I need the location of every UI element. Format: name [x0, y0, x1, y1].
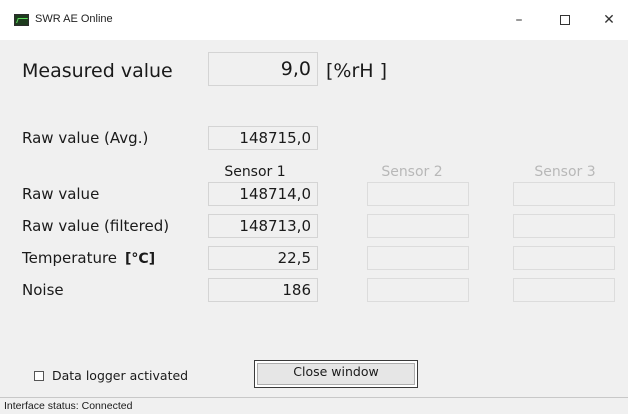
sensor-1-temperature: 22,5	[208, 246, 318, 270]
interface-status-text: Interface status: Connected	[4, 400, 133, 412]
raw-avg-label: Raw value (Avg.)	[22, 129, 149, 147]
sensor-3-noise	[513, 278, 615, 302]
data-logger-toggle[interactable]: Data logger activated	[34, 368, 188, 383]
sensor-2-raw-filtered	[367, 214, 469, 238]
sensor-1-header: Sensor 1	[224, 164, 286, 180]
sensor-3-header: Sensor 3	[534, 164, 596, 180]
app-monitor-icon	[14, 14, 29, 26]
main-window: SWR AE Online – ✕ Measured value 9,0 [%r…	[0, 0, 628, 414]
temperature-label: Temperature [°C]	[22, 249, 155, 267]
raw-value-label: Raw value	[22, 185, 100, 203]
data-logger-label: Data logger activated	[52, 368, 189, 383]
temperature-unit: [°C]	[125, 251, 156, 267]
title-bar[interactable]: SWR AE Online – ✕	[0, 0, 628, 40]
noise-label: Noise	[22, 281, 64, 299]
temperature-label-text: Temperature	[22, 249, 118, 267]
sensor-3-raw-value	[513, 182, 615, 206]
measured-value-field: 9,0	[208, 52, 318, 86]
sensor-1-raw-value: 148714,0	[208, 182, 318, 206]
window-title: SWR AE Online	[35, 13, 113, 25]
raw-filtered-label: Raw value (filtered)	[22, 217, 170, 235]
sensor-1-raw-filtered: 148713,0	[208, 214, 318, 238]
sensor-2-raw-value	[367, 182, 469, 206]
sensor-2-header: Sensor 2	[381, 164, 443, 180]
sensor-2-noise	[367, 278, 469, 302]
minimize-button[interactable]: –	[506, 8, 532, 32]
close-window-x-button[interactable]: ✕	[596, 8, 622, 32]
sensor-3-raw-filtered	[513, 214, 615, 238]
sensor-2-temperature	[367, 246, 469, 270]
sensor-3-temperature	[513, 246, 615, 270]
status-bar: Interface status: Connected	[0, 397, 628, 414]
close-window-button[interactable]: Close window	[254, 360, 418, 388]
data-logger-checkbox[interactable]	[34, 371, 44, 381]
maximize-button[interactable]	[552, 8, 578, 32]
maximize-icon	[560, 15, 570, 25]
raw-avg-field: 148715,0	[208, 126, 318, 150]
sensor-1-noise: 186	[208, 278, 318, 302]
measured-unit-label: [%rH ]	[326, 60, 388, 82]
measured-value-label: Measured value	[22, 60, 173, 82]
